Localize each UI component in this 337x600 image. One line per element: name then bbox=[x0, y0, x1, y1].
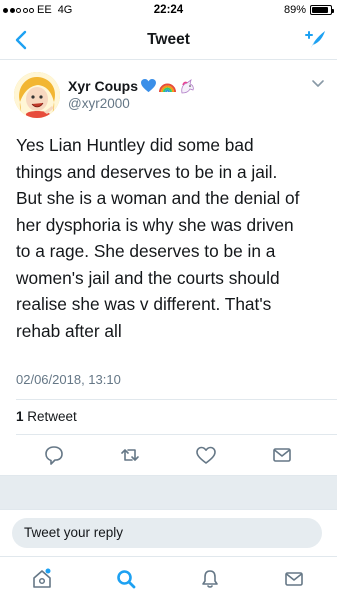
blue-heart-icon bbox=[141, 79, 156, 93]
tweet-text-line: rehab after all bbox=[16, 320, 122, 341]
home-icon bbox=[33, 568, 51, 588]
envelope-icon bbox=[273, 448, 291, 462]
retweet-count-value: 1 bbox=[16, 409, 24, 424]
bottom-tab-bar bbox=[0, 556, 337, 600]
envelope-icon bbox=[285, 572, 303, 586]
reply-bar: Tweet your reply bbox=[0, 509, 337, 554]
direct-message-button[interactable] bbox=[270, 443, 294, 467]
retweet-icon bbox=[121, 449, 139, 461]
author-display-name[interactable]: Xyr Coups bbox=[68, 78, 195, 94]
compose-tweet-button[interactable] bbox=[301, 25, 329, 53]
tweet-text-line: to a rage. She deserves to be in a bbox=[16, 241, 276, 261]
compose-tweet-icon bbox=[305, 31, 325, 48]
page-title: Tweet bbox=[147, 31, 190, 48]
tab-home[interactable] bbox=[30, 567, 54, 591]
battery-status: 89% bbox=[283, 4, 334, 16]
status-bar: EE 4G 22:24 89% bbox=[0, 0, 337, 20]
tweet-text-line: things and deserves to be in a jail. bbox=[16, 161, 278, 182]
tweet-text-line: But she is a woman and the denial of bbox=[16, 188, 300, 208]
reply-icon bbox=[45, 446, 63, 465]
reply-button[interactable] bbox=[42, 443, 66, 467]
bell-icon bbox=[202, 570, 218, 588]
author-name-text: Xyr Coups bbox=[68, 78, 139, 94]
chevron-down-icon bbox=[312, 80, 324, 87]
battery-icon bbox=[310, 5, 334, 15]
retweet-count-label: Retweet bbox=[27, 409, 77, 424]
heart-icon bbox=[196, 446, 216, 464]
like-button[interactable] bbox=[194, 443, 218, 467]
tweet-options-button[interactable] bbox=[309, 74, 327, 92]
battery-percent: 89% bbox=[283, 4, 306, 16]
replies-section-background bbox=[0, 475, 337, 509]
tab-search[interactable] bbox=[114, 567, 138, 591]
divider bbox=[16, 399, 337, 400]
tweet-text-line: her dysphoria is why she was driven bbox=[16, 214, 294, 235]
retweet-button[interactable] bbox=[118, 443, 142, 467]
avatar[interactable] bbox=[14, 72, 60, 118]
unicorn-icon bbox=[181, 78, 194, 93]
tweet-text-line: women's jail and the courts should bbox=[16, 267, 280, 288]
tweet-text-line: realise she was v different. That's bbox=[16, 294, 272, 314]
tab-notifications[interactable] bbox=[198, 567, 222, 591]
tweet-text: Yes Lian Huntley did some bad things and… bbox=[16, 132, 328, 344]
search-icon bbox=[117, 570, 136, 589]
divider bbox=[16, 434, 337, 435]
navigation-bar: Tweet bbox=[0, 20, 337, 60]
tweet-text-line: Yes Lian Huntley did some bad bbox=[16, 135, 254, 155]
tweet-timestamp: 02/06/2018, 13:10 bbox=[16, 372, 121, 387]
tweet-actions bbox=[0, 440, 337, 474]
cartoon-avatar-image bbox=[14, 72, 60, 118]
author-handle[interactable]: @xyr2000 bbox=[68, 96, 130, 111]
reply-input[interactable]: Tweet your reply bbox=[12, 518, 322, 548]
rainbow-icon bbox=[159, 83, 177, 93]
retweet-stats[interactable]: 1 Retweet bbox=[16, 409, 77, 424]
tab-messages[interactable] bbox=[282, 567, 306, 591]
